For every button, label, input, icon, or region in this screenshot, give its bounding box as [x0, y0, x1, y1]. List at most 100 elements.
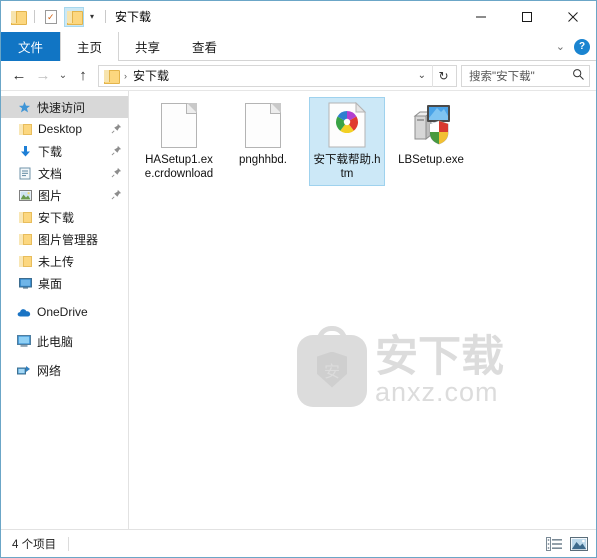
- pictures-icon: [16, 189, 34, 201]
- sidebar-item-network[interactable]: 网络: [1, 359, 128, 381]
- up-button[interactable]: ↑: [71, 64, 95, 88]
- ribbon-tab-bar: 文件 主页 共享 查看 ⌄ ?: [1, 32, 596, 61]
- qat-customize-caret-icon[interactable]: ▾: [87, 12, 97, 21]
- generic-file-icon: [239, 101, 287, 149]
- qat-properties-button[interactable]: [41, 7, 61, 27]
- watermark-domain: anxz.com: [375, 376, 499, 407]
- file-item[interactable]: 安下载帮助.htm: [309, 97, 385, 186]
- watermark: 安 安下载 anxz.com: [297, 323, 552, 418]
- sidebar-item-label: OneDrive: [37, 305, 88, 319]
- qat-folder-button[interactable]: [8, 7, 28, 27]
- breadcrumb-current[interactable]: 安下载: [133, 67, 169, 84]
- file-item[interactable]: pnghhbd.: [225, 97, 301, 186]
- watermark-chinese: 安下载: [375, 332, 504, 381]
- file-list-pane[interactable]: HASetup1.exe.crdownload pnghhbd. 安下载帮助.h…: [129, 91, 596, 529]
- forward-button[interactable]: →: [31, 64, 55, 88]
- status-bar: 4 个项目: [1, 529, 596, 557]
- sidebar-item-downloads[interactable]: 下载: [1, 140, 128, 162]
- back-button[interactable]: ←: [7, 64, 31, 88]
- sidebar-item-label: 此电脑: [37, 334, 74, 349]
- sidebar-item-picture-manager[interactable]: 图片管理器: [1, 228, 128, 250]
- sidebar-item-quick-access[interactable]: 快速访问: [1, 96, 128, 118]
- folder-icon: [16, 123, 34, 135]
- sidebar-item-desktop-en[interactable]: Desktop: [1, 118, 128, 140]
- search-input[interactable]: 搜索"安下载": [461, 64, 590, 87]
- minimize-button[interactable]: [458, 1, 504, 32]
- desktop-icon: [16, 277, 34, 289]
- chevron-down-icon[interactable]: ⌄: [412, 70, 432, 81]
- help-icon[interactable]: ?: [574, 38, 590, 55]
- sidebar-item-documents[interactable]: 文档: [1, 162, 128, 184]
- breadcrumb[interactable]: › 安下载 ⌄ ↻: [98, 64, 457, 87]
- tab-view[interactable]: 查看: [176, 32, 233, 61]
- chevron-down-icon[interactable]: ⌄: [556, 40, 565, 53]
- details-view-icon[interactable]: [545, 535, 563, 553]
- file-name: HASetup1.exe.crdownload: [144, 154, 214, 180]
- pin-icon[interactable]: [111, 123, 122, 137]
- file-item[interactable]: LBSetup.exe: [393, 97, 469, 186]
- sidebar-item-pictures[interactable]: 图片: [1, 184, 128, 206]
- close-button[interactable]: [550, 1, 596, 32]
- tab-share[interactable]: 共享: [119, 32, 176, 61]
- recent-locations-button[interactable]: ⌄: [55, 64, 71, 88]
- breadcrumb-folder-icon: [104, 69, 120, 84]
- watermark-shield-char: 安: [317, 351, 347, 388]
- qat-separator-1: [34, 10, 35, 23]
- maximize-button[interactable]: [504, 1, 550, 32]
- view-mode-buttons: [545, 530, 588, 558]
- sidebar-item-label: 图片管理器: [38, 232, 99, 247]
- file-name: 安下载帮助.htm: [313, 154, 381, 180]
- onedrive-cloud-icon: [15, 307, 33, 318]
- sidebar-item-label: Desktop: [38, 122, 83, 136]
- title-bar: ▾ 安下载: [1, 1, 596, 32]
- pin-icon[interactable]: [111, 145, 122, 159]
- file-item[interactable]: HASetup1.exe.crdownload: [141, 97, 217, 186]
- status-separator: [68, 536, 70, 551]
- sidebar-item-label: 网络: [37, 363, 62, 378]
- pin-icon[interactable]: [111, 167, 122, 181]
- star-icon: [15, 101, 33, 114]
- folder-icon: [16, 233, 34, 245]
- search-icon[interactable]: [572, 68, 585, 84]
- properties-icon: [45, 9, 57, 24]
- window-title: 安下载: [115, 10, 152, 24]
- new-folder-icon: [67, 10, 83, 25]
- setup-installer-icon: [407, 101, 455, 149]
- window-controls: [458, 1, 596, 32]
- item-count: 4 个项目: [12, 538, 57, 551]
- sidebar-item-label: 文档: [38, 166, 63, 181]
- quick-access-toolbar: ▾: [1, 6, 107, 27]
- sidebar-item-anxiazai[interactable]: 安下载: [1, 206, 128, 228]
- watermark-text: 安下载 anxz.com: [375, 332, 504, 407]
- documents-icon: [16, 167, 34, 180]
- sidebar-item-desktop-cn[interactable]: 桌面: [1, 272, 128, 294]
- address-bar: ← → ⌄ ↑ › 安下载 ⌄ ↻ 搜索"安下载": [1, 61, 596, 91]
- tab-file[interactable]: 文件: [1, 32, 61, 61]
- tab-home[interactable]: 主页: [60, 32, 120, 61]
- network-icon: [15, 364, 33, 376]
- sidebar-item-this-pc[interactable]: 此电脑: [1, 330, 128, 352]
- sidebar-item-label: 未上传: [38, 254, 75, 269]
- chrome-html-icon: [323, 101, 371, 149]
- refresh-icon[interactable]: ↻: [432, 64, 454, 87]
- qat-new-folder-button[interactable]: [64, 6, 84, 27]
- folder-icon: [16, 255, 34, 267]
- folder-icon: [11, 10, 27, 25]
- navigation-pane: 快速访问 Desktop 下载 文档 图片 安下载 图片管理器 未上传 桌面 O…: [1, 91, 129, 529]
- sidebar-item-onedrive[interactable]: OneDrive: [1, 301, 128, 323]
- sidebar-item-not-uploaded[interactable]: 未上传: [1, 250, 128, 272]
- file-name: LBSetup.exe: [398, 154, 464, 166]
- file-grid: HASetup1.exe.crdownload pnghhbd. 安下载帮助.h…: [129, 91, 596, 190]
- sidebar-item-label: 安下载: [38, 210, 75, 225]
- pin-icon[interactable]: [111, 189, 122, 203]
- title-separator: [105, 10, 107, 23]
- large-icons-view-icon[interactable]: [570, 535, 588, 553]
- download-icon: [16, 145, 34, 158]
- search-placeholder: 搜索"安下载": [469, 70, 535, 83]
- explorer-body: 快速访问 Desktop 下载 文档 图片 安下载 图片管理器 未上传 桌面 O…: [1, 91, 596, 529]
- explorer-window: ▾ 安下载 文件 主页 共享 查看 ⌄ ? ← → ⌄ ↑: [0, 0, 597, 558]
- generic-file-icon: [155, 101, 203, 149]
